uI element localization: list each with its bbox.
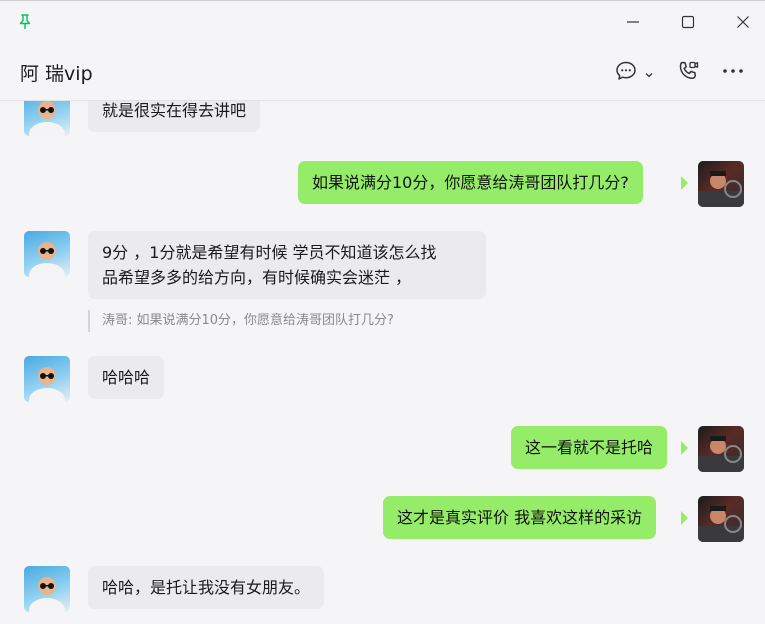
message-bubble[interactable]: 9分 ，1分就是希望有时候 学员不知道该怎么找 品希望多多的给方向，有时候确实会… [88, 231, 486, 299]
message-bubble[interactable]: 如果说满分10分，你愿意给涛哥团队打几分? [298, 161, 643, 204]
chevron-down-icon[interactable] [644, 63, 654, 87]
message-list[interactable]: 就是很实在得去讲吧 如果说满分10分，你愿意给涛哥团队打几分? 9分 ，1分就是… [0, 101, 765, 624]
pin-icon[interactable] [16, 13, 34, 31]
phone-video-icon[interactable] [676, 59, 700, 83]
bubble-tail [681, 511, 688, 525]
chat-header: 阿 瑞vip [0, 43, 765, 101]
chat-bubble-icon[interactable] [614, 59, 638, 83]
message-bubble[interactable]: 哈哈，是托让我没有女朋友。 [88, 566, 325, 609]
avatar[interactable] [24, 356, 70, 402]
message-line: 品希望多多的给方向，有时候确实会迷茫 ， [102, 268, 412, 287]
close-icon[interactable] [732, 11, 754, 33]
window-titlebar [0, 1, 765, 43]
avatar[interactable] [24, 566, 70, 612]
bubble-tail [681, 176, 688, 190]
maximize-icon[interactable] [677, 11, 699, 33]
avatar[interactable] [698, 496, 744, 542]
more-icon[interactable] [722, 59, 744, 83]
avatar[interactable] [24, 101, 70, 136]
message-bubble[interactable]: 就是很实在得去讲吧 [88, 101, 261, 132]
avatar[interactable] [698, 161, 744, 207]
quoted-reply[interactable]: 涛哥: 如果说满分10分，你愿意给涛哥团队打几分? [88, 310, 394, 332]
message-bubble[interactable]: 这才是真实评价 我喜欢这样的采访 [383, 496, 657, 539]
bubble-tail [681, 441, 688, 455]
avatar[interactable] [698, 426, 744, 472]
message-bubble[interactable]: 哈哈哈 [88, 356, 165, 399]
message-bubble[interactable]: 这一看就不是托哈 [511, 426, 668, 469]
avatar[interactable] [24, 231, 70, 277]
message-line: 9分 ，1分就是希望有时候 学员不知道该怎么找 [102, 243, 437, 262]
minimize-icon[interactable] [622, 11, 644, 33]
chat-title: 阿 瑞vip [20, 63, 93, 85]
